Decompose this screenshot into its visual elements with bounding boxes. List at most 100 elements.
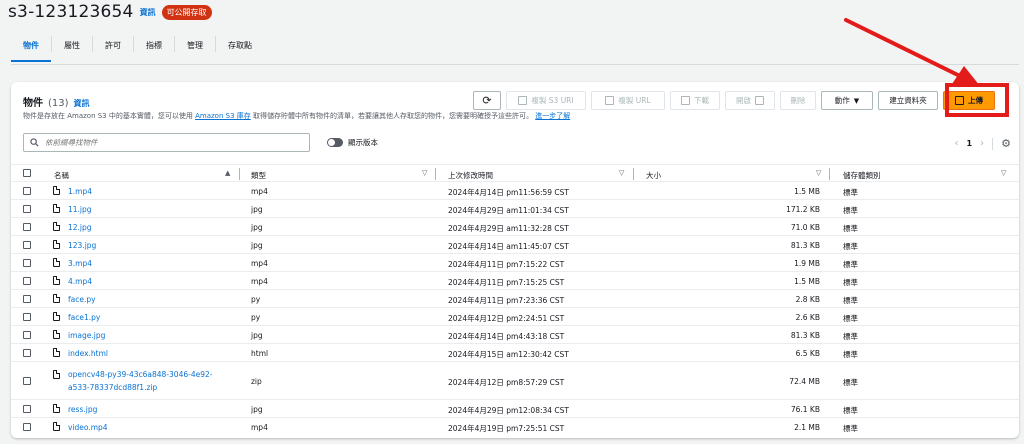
table-row[interactable]: face.py py 2024年4月11日 pm7:23:36 CST 2.8 … <box>11 290 1019 308</box>
object-name-link[interactable]: 12.jpg <box>68 223 92 232</box>
refresh-button[interactable]: ⟳ <box>473 91 501 110</box>
object-size: 1.9 MB <box>794 259 820 268</box>
object-name-link[interactable]: opencv48-py39-43c6a848-3046-4e92- <box>68 370 212 379</box>
table-row[interactable]: 3.mp4 mp4 2024年4月11日 pm7:15:22 CST 1.9 M… <box>11 254 1019 272</box>
object-modified: 2024年4月29日 am11:32:28 CST <box>448 224 569 233</box>
table-row[interactable]: video.mp4 mp4 2024年4月19日 pm7:25:51 CST 2… <box>11 418 1019 436</box>
object-name-link[interactable]: 11.jpg <box>68 205 92 214</box>
tab-objects[interactable]: 物件 <box>11 36 52 52</box>
show-versions-toggle[interactable] <box>327 138 343 147</box>
file-icon <box>53 240 60 249</box>
object-modified: 2024年4月12日 pm8:57:29 CST <box>448 378 565 387</box>
row-checkbox[interactable] <box>23 187 31 195</box>
row-checkbox[interactable] <box>23 423 31 431</box>
sort-icon[interactable]: ▽ <box>1001 169 1006 177</box>
row-checkbox[interactable] <box>23 241 31 249</box>
object-name-link[interactable]: 123.jpg <box>68 241 96 250</box>
table-row[interactable]: opencv48-py39-43c6a848-3046-4e92- a533-7… <box>11 362 1019 400</box>
row-checkbox[interactable] <box>23 405 31 413</box>
row-checkbox[interactable] <box>23 205 31 213</box>
copy-url-button[interactable]: 複製 URL <box>591 91 665 110</box>
row-checkbox[interactable] <box>23 259 31 267</box>
sort-icon[interactable]: ▽ <box>422 169 427 177</box>
table-row[interactable]: 1.mp4 mp4 2024年4月14日 pm11:56:59 CST 1.5 … <box>11 182 1019 200</box>
create-folder-label: 建立資料夾 <box>889 96 927 105</box>
open-button[interactable]: 開啟 <box>725 91 775 110</box>
current-page[interactable]: 1 <box>967 139 973 148</box>
sort-icon[interactable]: ▽ <box>619 169 624 177</box>
bucket-tabs: 物件 屬性 許可 指標 管理 存取點 <box>11 36 264 58</box>
copy-s3-uri-button[interactable]: 複製 S3 URI <box>506 91 586 110</box>
object-storage-class: 標準 <box>843 278 858 287</box>
table-row[interactable]: 4.mp4 mp4 2024年4月11日 pm7:15:25 CST 1.5 M… <box>11 272 1019 290</box>
table-row[interactable]: face1.py py 2024年4月12日 pm2:24:51 CST 2.6… <box>11 308 1019 326</box>
bucket-info-link[interactable]: 資訊 <box>140 7 156 18</box>
table-header: 名稱 ▲ 類型 ▽ 上次修改時間 ▽ 大小 ▽ 儲存體類別 ▽ <box>11 164 1019 182</box>
object-modified: 2024年4月11日 pm7:15:25 CST <box>448 278 565 287</box>
object-storage-class: 標準 <box>843 332 858 341</box>
column-separator <box>239 168 240 180</box>
active-tab-indicator <box>11 60 51 62</box>
settings-gear-icon[interactable]: ⚙ <box>1001 137 1011 150</box>
object-modified: 2024年4月12日 pm2:24:51 CST <box>448 314 565 323</box>
tab-metrics[interactable]: 指標 <box>134 36 175 52</box>
sort-icon[interactable]: ▽ <box>816 169 821 177</box>
bucket-name: s3-123123654 <box>8 2 134 22</box>
object-name-link[interactable]: video.mp4 <box>68 423 108 432</box>
table-row[interactable]: 12.jpg jpg 2024年4月29日 am11:32:28 CST 71.… <box>11 218 1019 236</box>
file-icon <box>53 404 60 413</box>
table-row[interactable]: image.jpg jpg 2024年4月14日 pm4:43:18 CST 8… <box>11 326 1019 344</box>
object-name-link[interactable]: 4.mp4 <box>68 277 92 286</box>
search-field[interactable] <box>23 133 310 152</box>
download-button[interactable]: 下載 <box>670 91 720 110</box>
column-modified-header[interactable]: 上次修改時間 <box>448 170 493 181</box>
row-checkbox[interactable] <box>23 223 31 231</box>
row-checkbox[interactable] <box>23 313 31 321</box>
object-name-link-continued[interactable]: a533-78337dcd88f1.zip <box>68 383 157 392</box>
table-row[interactable]: ress.jpg jpg 2024年4月29日 pm12:08:34 CST 7… <box>11 400 1019 418</box>
file-icon <box>53 422 60 431</box>
column-name-header[interactable]: 名稱 <box>54 170 69 181</box>
inventory-link[interactable]: Amazon S3 庫存 <box>195 112 251 120</box>
row-checkbox[interactable] <box>23 331 31 339</box>
object-name-link[interactable]: 3.mp4 <box>68 259 92 268</box>
object-name-link[interactable]: face.py <box>68 295 96 304</box>
object-name-link[interactable]: 1.mp4 <box>68 187 92 196</box>
table-row[interactable]: index.html html 2024年4月15日 am12:30:42 CS… <box>11 344 1019 362</box>
table-row[interactable]: 11.jpg jpg 2024年4月29日 am11:01:34 CST 171… <box>11 200 1019 218</box>
learn-more-link[interactable]: 進一步了解 <box>535 112 570 120</box>
tab-access-points[interactable]: 存取點 <box>216 36 264 52</box>
row-checkbox[interactable] <box>23 349 31 357</box>
object-name-link[interactable]: face1.py <box>68 313 100 322</box>
object-storage-class: 標準 <box>843 242 858 251</box>
object-storage-class: 標準 <box>843 350 858 359</box>
objects-info-link[interactable]: 資訊 <box>74 98 90 109</box>
object-name-link[interactable]: ress.jpg <box>68 405 97 414</box>
tab-management[interactable]: 管理 <box>175 36 216 52</box>
object-modified: 2024年4月19日 pm7:25:51 CST <box>448 424 565 433</box>
show-versions-toggle-group: 顯示版本 <box>327 137 378 148</box>
sort-ascending-icon[interactable]: ▲ <box>225 169 230 177</box>
column-storage-class-header[interactable]: 儲存體類別 <box>843 170 881 181</box>
column-size-header[interactable]: 大小 <box>646 170 661 181</box>
file-icon <box>53 204 60 213</box>
row-checkbox[interactable] <box>23 277 31 285</box>
copy-icon <box>518 96 528 105</box>
previous-page-icon[interactable]: ‹ <box>955 138 959 149</box>
object-name-link[interactable]: index.html <box>68 349 108 358</box>
delete-button[interactable]: 刪除 <box>780 91 816 110</box>
search-input[interactable] <box>45 138 295 147</box>
row-checkbox[interactable] <box>23 377 31 385</box>
row-checkbox[interactable] <box>23 295 31 303</box>
object-size: 81.3 KB <box>790 241 820 250</box>
object-size: 171.2 KB <box>786 205 820 214</box>
tab-permissions[interactable]: 許可 <box>93 36 134 52</box>
table-row[interactable]: 123.jpg jpg 2024年4月14日 am11:45:07 CST 81… <box>11 236 1019 254</box>
select-all-checkbox[interactable] <box>23 169 31 177</box>
file-icon <box>53 330 60 339</box>
object-name-link[interactable]: image.jpg <box>68 331 105 340</box>
column-type-header[interactable]: 類型 <box>251 170 266 181</box>
object-type: mp4 <box>251 259 268 268</box>
next-page-icon[interactable]: › <box>980 138 984 149</box>
tab-properties[interactable]: 屬性 <box>52 36 93 52</box>
